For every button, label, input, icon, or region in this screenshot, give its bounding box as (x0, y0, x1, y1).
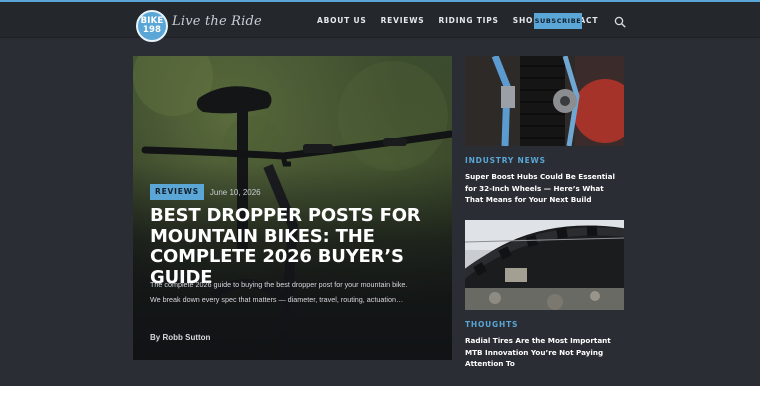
nav-riding-tips[interactable]: RIDING TIPS (439, 16, 499, 25)
featured-article[interactable]: REVIEWS June 10, 2026 BEST DROPPER POSTS… (133, 56, 452, 360)
featured-date: June 10, 2026 (209, 187, 261, 197)
radial-tire-image[interactable] (465, 220, 624, 310)
side-article-2-title[interactable]: Radial Tires Are the Most Important MTB … (465, 335, 624, 370)
nav-about-us[interactable]: ABOUT US (317, 16, 367, 25)
side-article-1-category[interactable]: INDUSTRY NEWS (465, 156, 624, 165)
subscribe-button[interactable]: SUBSCRIBE (534, 13, 582, 29)
side-article-1[interactable]: INDUSTRY NEWS Super Boost Hubs Could Be … (465, 56, 624, 206)
page-bottom-band (0, 386, 760, 404)
featured-author: By Robb Sutton (150, 333, 211, 342)
featured-meta: REVIEWS June 10, 2026 (150, 184, 261, 200)
featured-title[interactable]: BEST DROPPER POSTS FOR MOUNTAIN BIKES: T… (150, 205, 440, 288)
side-article-2-category[interactable]: THOUGHTS (465, 320, 624, 329)
search-icon[interactable] (614, 15, 626, 28)
side-article-2[interactable]: THOUGHTS Radial Tires Are the Most Impor… (465, 220, 624, 370)
category-badge[interactable]: REVIEWS (150, 184, 204, 200)
logo-text-bottom: 198 (142, 25, 162, 35)
nav-reviews[interactable]: REVIEWS (381, 16, 425, 25)
side-article-1-title[interactable]: Super Boost Hubs Could Be Essential for … (465, 171, 624, 206)
site-header: BIKE 198 Live the Ride ABOUT US REVIEWS … (0, 2, 760, 42)
super-boost-hub-image[interactable] (465, 56, 624, 146)
site-tagline: Live the Ride (172, 14, 262, 29)
featured-excerpt: The complete 2026 guide to buying the be… (150, 280, 408, 304)
site-logo[interactable]: BIKE 198 (136, 10, 168, 42)
